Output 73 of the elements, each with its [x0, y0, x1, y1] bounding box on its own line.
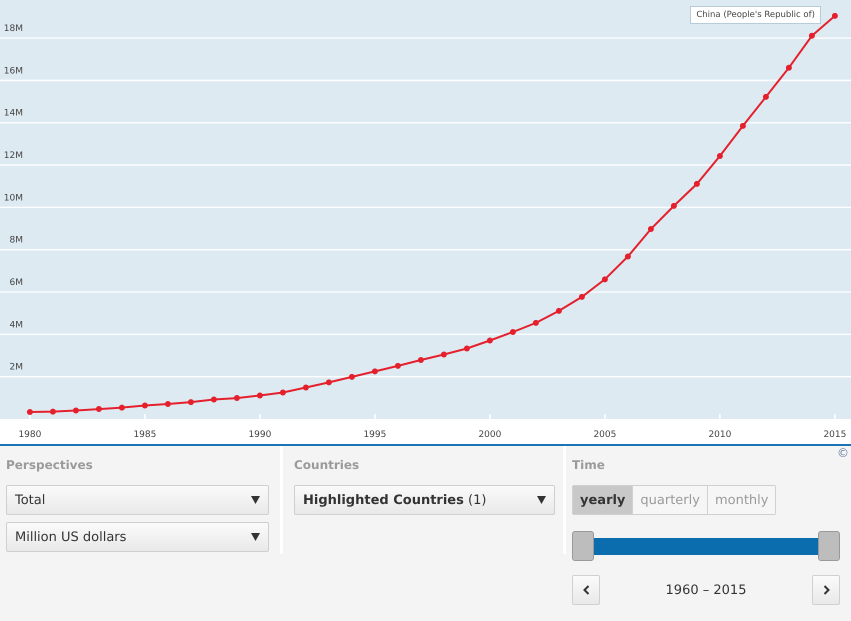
data-point: [118, 404, 125, 411]
data-point: [418, 356, 424, 363]
date-range: 1960 – 2015: [666, 582, 746, 598]
data-point: [72, 408, 79, 414]
chevron-right-icon: [822, 585, 830, 595]
section-heading: Countries: [294, 458, 360, 472]
x-axis-label: 1990: [248, 430, 272, 440]
y-axis-label: 2M: [10, 362, 23, 373]
series-tooltip: China (People's Republic of): [690, 6, 821, 24]
data-point: [372, 368, 378, 374]
x-axis-label: 2005: [593, 430, 616, 440]
dropdown[interactable]: Highlighted Countries (1): [294, 485, 555, 515]
y-axis-label: 4M: [10, 320, 23, 330]
data-point: [326, 379, 332, 386]
data-point: [532, 320, 539, 326]
caret-icon: [251, 496, 260, 504]
section-heading: Time: [572, 458, 606, 472]
data-point: [348, 374, 355, 380]
data-point: [464, 346, 470, 352]
data-point: [26, 409, 33, 416]
data-point: [694, 180, 700, 187]
slider-handle[interactable]: [572, 531, 594, 561]
next-button[interactable]: [812, 575, 840, 605]
data-point: [762, 94, 769, 100]
caret-icon: [251, 533, 260, 541]
x-axis-label: 2000: [478, 430, 502, 440]
data-point: [394, 362, 401, 369]
data-point: [556, 308, 562, 314]
y-axis-label: 6M: [10, 278, 23, 288]
caret-icon: [537, 496, 546, 504]
dropdown[interactable]: Total: [6, 485, 269, 515]
y-axis-label: 8M: [10, 236, 23, 246]
section-heading: Perspectives: [6, 458, 94, 472]
y-axis-label: 14M: [4, 108, 23, 119]
data-point: [210, 396, 217, 403]
data-point: [808, 32, 815, 39]
data-point: [50, 408, 56, 415]
data-point: [440, 351, 447, 358]
x-axis-label: 1985: [133, 430, 156, 440]
x-axis-label: 2010: [708, 430, 732, 440]
data-point: [648, 226, 654, 232]
data-point: [786, 64, 792, 71]
data-point: [670, 202, 677, 209]
chevron-left-icon: [582, 585, 590, 595]
data-point: [740, 122, 746, 129]
range-slider[interactable]: [572, 531, 840, 561]
dropdown[interactable]: Million US dollars: [6, 522, 269, 552]
data-point: [188, 399, 194, 406]
data-point: [96, 406, 102, 412]
y-axis-label: 16M: [4, 66, 23, 76]
data-point: [510, 329, 516, 336]
data-point: [602, 276, 608, 282]
data-point: [578, 294, 585, 300]
data-point: [716, 152, 723, 159]
data-point: [280, 390, 286, 396]
data-point: [624, 253, 631, 260]
frequency-tab[interactable]: yearly: [573, 486, 634, 514]
copyright-icon[interactable]: ©: [837, 446, 849, 460]
x-axis-label: 1980: [18, 430, 42, 440]
data-point: [142, 402, 148, 408]
y-axis-label: 12M: [4, 151, 23, 162]
y-axis-label: 18M: [4, 24, 23, 34]
y-axis-label: 10M: [4, 193, 23, 204]
data-point: [164, 400, 171, 407]
data-point: [234, 395, 240, 402]
x-axis-label: 1995: [363, 430, 386, 440]
data-point: [256, 392, 263, 398]
x-axis-label: 2015: [823, 430, 846, 440]
previous-button[interactable]: [572, 575, 600, 605]
data-point: [302, 384, 309, 390]
slider-handle[interactable]: [818, 531, 840, 561]
data-point: [832, 12, 838, 19]
data-point: [486, 338, 493, 344]
